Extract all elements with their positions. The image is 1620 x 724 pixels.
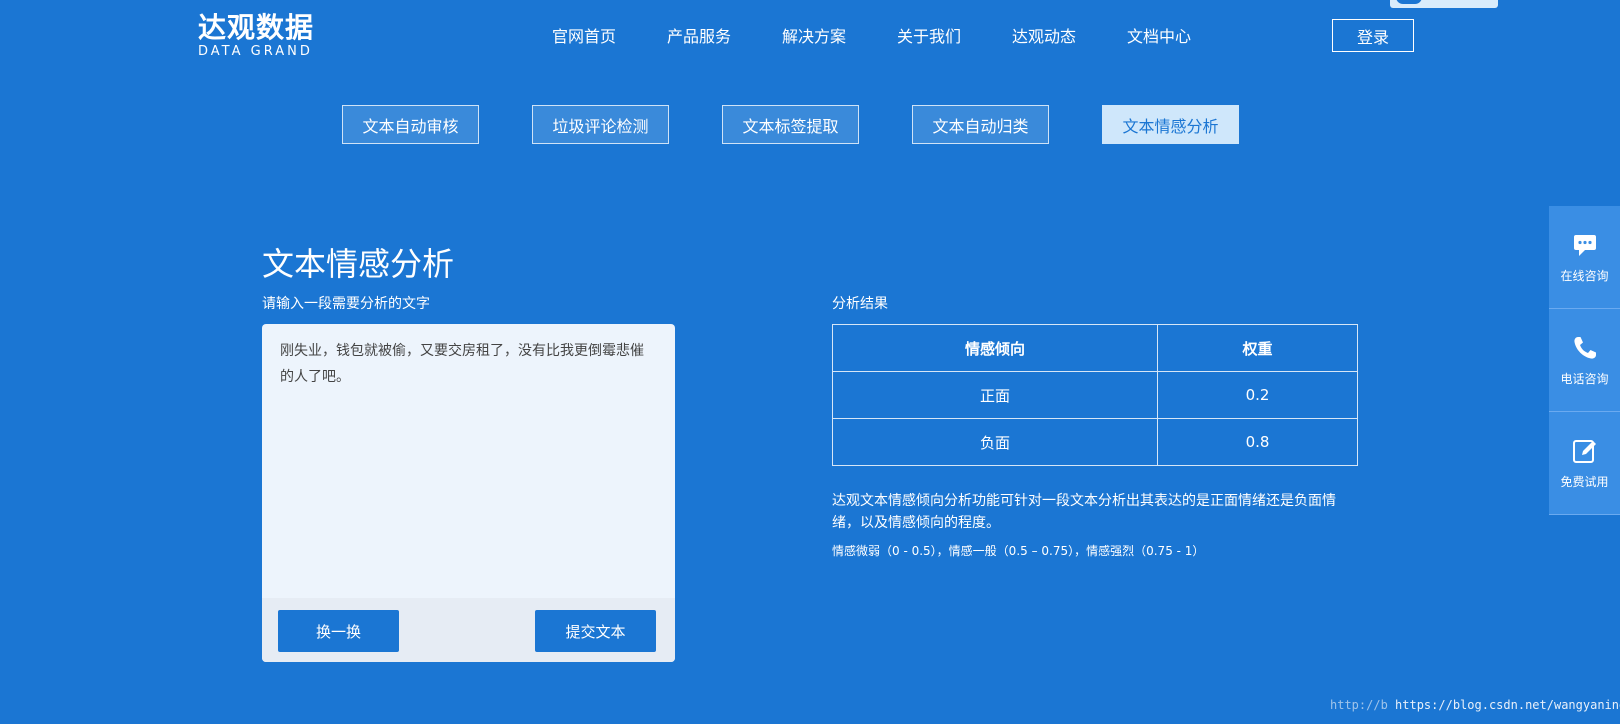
table-row: 负面 0.8 <box>831 418 1358 466</box>
top-badge[interactable] <box>1390 0 1498 8</box>
input-footer: 换一换 提交文本 <box>262 598 675 662</box>
nav-item-about[interactable]: 关于我们 <box>897 22 1012 52</box>
tab-spam-detection[interactable]: 垃圾评论检测 <box>532 105 669 144</box>
chat-icon <box>1573 234 1596 256</box>
input-card: 刚失业，钱包就被偷，又要交房租了，没有比我更倒霉悲催的人了吧。 换一换 提交文本 <box>262 324 675 662</box>
watermark-faint: http://b <box>1330 698 1388 712</box>
cell-sentiment: 负面 <box>831 418 1159 466</box>
logo-cn: 达观数据 <box>198 11 315 44</box>
page-title: 文本情感分析 <box>262 245 455 283</box>
float-sidebar: 在线咨询 电话咨询 免费试用 <box>1549 206 1620 515</box>
result-description: 达观文本情感倾向分析功能可针对一段文本分析出其表达的是正面情绪还是负面情绪，以及… <box>832 493 1336 531</box>
table-header-row: 情感倾向 权重 <box>831 324 1358 372</box>
logo-en: DATA GRAND <box>198 44 313 59</box>
submit-button[interactable]: 提交文本 <box>535 610 656 652</box>
header-weight: 权重 <box>1157 324 1358 372</box>
result-table: 情感倾向 权重 正面 0.2 负面 0.8 <box>831 324 1358 466</box>
watermark: http://b https://blog.csdn.net/wangyanin… <box>1330 698 1620 712</box>
sidebar-item-online-consult[interactable]: 在线咨询 <box>1549 206 1620 309</box>
sidebar-item-label: 免费试用 <box>1560 474 1609 489</box>
table-row: 正面 0.2 <box>831 371 1358 419</box>
nav-item-news[interactable]: 达观动态 <box>1012 22 1127 52</box>
edit-icon <box>1572 439 1596 463</box>
swap-button[interactable]: 换一换 <box>278 610 399 652</box>
sentiment-levels: 情感微弱（0 - 0.5），情感一般（0.5 – 0.75），情感强烈（0.75… <box>832 544 1205 558</box>
main-nav: 官网首页 产品服务 解决方案 关于我们 达观动态 文档中心 <box>552 22 1242 52</box>
phone-icon <box>1573 336 1596 359</box>
nav-item-docs[interactable]: 文档中心 <box>1127 22 1242 52</box>
watermark-url: https://blog.csdn.net/wangyaninglm <box>1395 698 1620 712</box>
tab-text-audit[interactable]: 文本自动审核 <box>342 105 479 144</box>
tab-tag-extraction[interactable]: 文本标签提取 <box>722 105 859 144</box>
sidebar-item-label: 电话咨询 <box>1560 371 1609 386</box>
input-label: 请输入一段需要分析的文字 <box>262 296 430 312</box>
login-button[interactable]: 登录 <box>1332 19 1414 52</box>
cell-weight: 0.8 <box>1157 418 1358 466</box>
sidebar-item-free-trial[interactable]: 免费试用 <box>1549 412 1620 515</box>
nav-item-home[interactable]: 官网首页 <box>552 22 667 52</box>
badge-icon <box>1396 0 1422 4</box>
cell-weight: 0.2 <box>1157 371 1358 419</box>
sidebar-item-label: 在线咨询 <box>1560 268 1609 283</box>
feature-tabs: 文本自动审核 垃圾评论检测 文本标签提取 文本自动归类 文本情感分析 <box>342 105 1239 144</box>
sidebar-item-phone-consult[interactable]: 电话咨询 <box>1549 309 1620 412</box>
header-sentiment: 情感倾向 <box>831 324 1159 372</box>
nav-item-solutions[interactable]: 解决方案 <box>782 22 897 52</box>
text-input[interactable]: 刚失业，钱包就被偷，又要交房租了，没有比我更倒霉悲催的人了吧。 <box>280 338 650 390</box>
tab-text-classification[interactable]: 文本自动归类 <box>912 105 1049 144</box>
tab-sentiment-analysis[interactable]: 文本情感分析 <box>1102 105 1239 144</box>
cell-sentiment: 正面 <box>831 371 1159 419</box>
result-label: 分析结果 <box>832 296 888 312</box>
logo[interactable]: 达观数据 DATA GRAND <box>198 12 338 60</box>
nav-item-products[interactable]: 产品服务 <box>667 22 782 52</box>
